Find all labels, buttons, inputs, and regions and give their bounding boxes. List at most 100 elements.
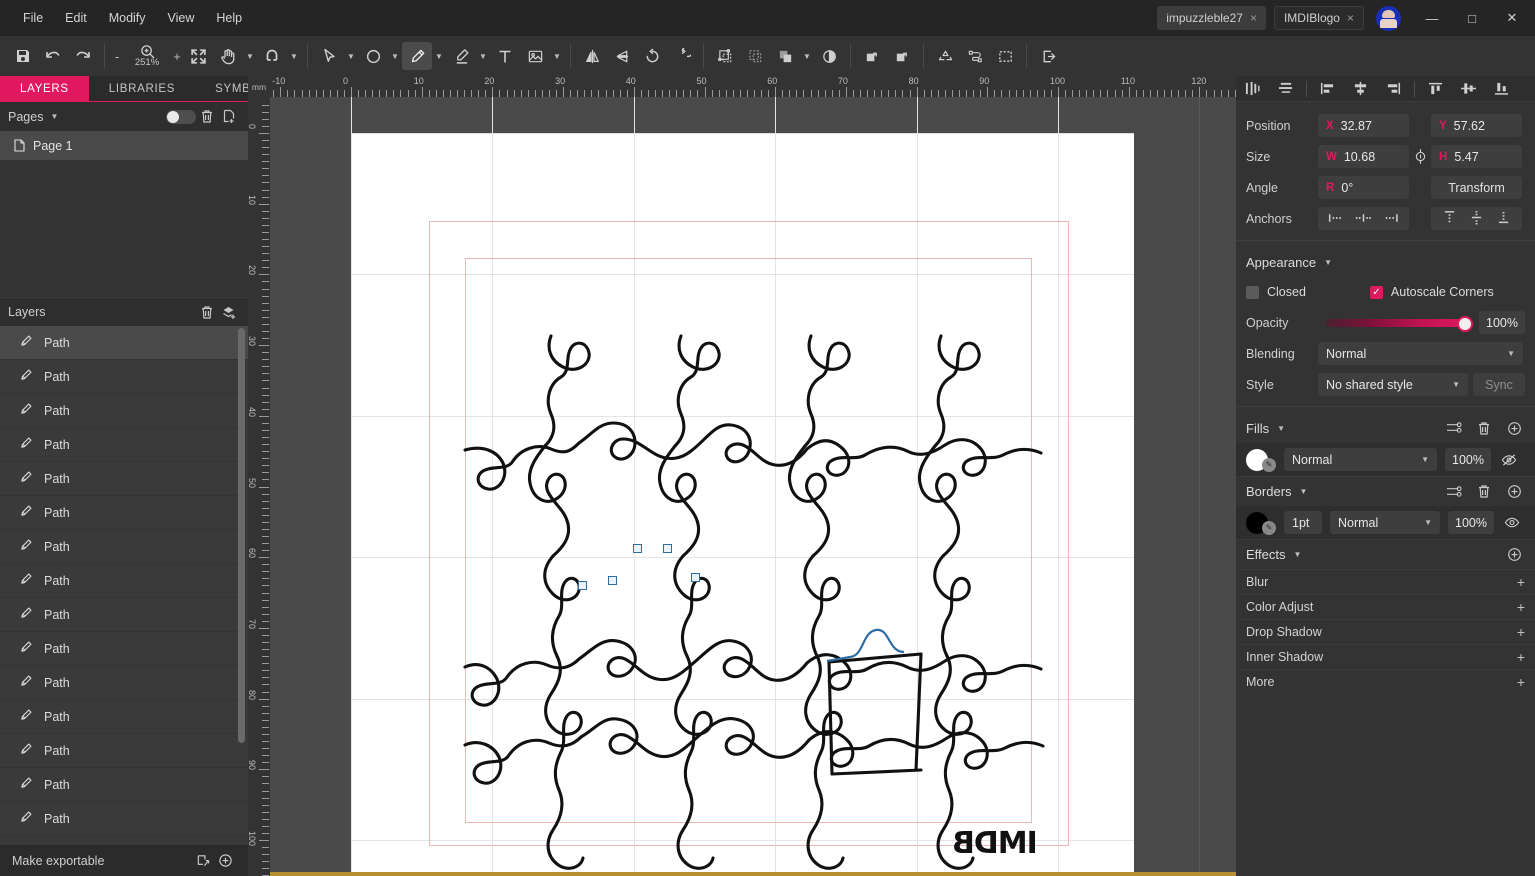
pen-icon[interactable] [402,42,432,70]
border-color-swatch[interactable]: ✎ [1246,512,1276,534]
layer-row[interactable]: Path [0,462,248,496]
chevron-down-icon[interactable]: ▼ [550,42,564,70]
menu-help[interactable]: Help [205,7,253,29]
menu-edit[interactable]: Edit [54,7,98,29]
chevron-down-icon[interactable]: ▼ [1324,258,1332,267]
freehand-icon[interactable] [446,42,476,70]
add-export-icon[interactable] [214,850,236,872]
size-height-field[interactable]: H 5.47 [1431,145,1522,168]
menu-file[interactable]: File [12,7,54,29]
page-item[interactable]: Page 1 [0,131,248,160]
layer-row[interactable]: Path [0,530,248,564]
path-join-icon[interactable] [960,42,990,70]
menu-view[interactable]: View [157,7,206,29]
chevron-down-icon[interactable]: ▼ [432,42,446,70]
chevron-down-icon[interactable]: ▼ [50,112,58,121]
layer-row[interactable]: Path [0,360,248,394]
anchor-center-icon[interactable] [1355,212,1372,226]
effect-row[interactable]: Color Adjust+ [1236,594,1535,619]
layers-list[interactable]: PathPathPathPathPathPathPathPathPathPath… [0,326,248,846]
send-backward-icon[interactable] [887,42,917,70]
ungroup-icon[interactable] [740,42,770,70]
layer-row[interactable]: Path [0,768,248,802]
border-blend-select[interactable]: Normal ▼ [1330,511,1440,534]
border-visibility-icon[interactable] [1502,516,1522,529]
layer-row[interactable]: Path [0,394,248,428]
tab-libraries[interactable]: LIBRARIES [89,76,195,102]
fill-color-swatch[interactable]: ✎ [1246,449,1276,471]
position-y-field[interactable]: Y 57.62 [1431,114,1522,137]
hand-icon[interactable] [213,42,243,70]
angle-field[interactable]: R 0° [1318,176,1409,199]
fills-add-icon[interactable] [1503,417,1525,439]
chevron-down-icon[interactable]: ▼ [287,42,301,70]
rotate-ccw-icon[interactable] [637,42,667,70]
close-icon[interactable]: × [1347,11,1354,25]
layer-row[interactable]: Path [0,598,248,632]
bring-forward-icon[interactable] [857,42,887,70]
delete-page-icon[interactable] [196,106,218,128]
effect-add-icon[interactable]: + [1517,649,1525,665]
effect-add-icon[interactable]: + [1517,599,1525,615]
redo-icon[interactable] [68,42,98,70]
undo-icon[interactable] [38,42,68,70]
path-anchor-point[interactable] [608,576,617,585]
document-tab-imdiblogo[interactable]: IMDIBlogo × [1274,6,1364,30]
anchor-top-icon[interactable] [1444,210,1455,228]
vertical-ruler[interactable]: 0102030405060708090100 [248,76,270,876]
flip-vertical-icon[interactable] [607,42,637,70]
layers-scrollbar[interactable] [238,328,245,743]
border-width-field[interactable]: 1pt [1284,511,1322,534]
effect-row[interactable]: Drop Shadow+ [1236,619,1535,644]
minimize-icon[interactable]: — [1413,3,1451,33]
link-icon[interactable] [1409,148,1431,165]
anchor-right-icon[interactable] [1382,212,1399,226]
align-middle-icon[interactable] [1452,77,1485,101]
flip-horizontal-icon[interactable] [577,42,607,70]
opacity-slider[interactable] [1326,319,1471,327]
anchor-bottom-icon[interactable] [1498,210,1509,228]
text-icon[interactable] [490,42,520,70]
anchor-middle-icon[interactable] [1471,210,1482,228]
distribute-horizontal-icon[interactable] [1236,77,1269,101]
chevron-down-icon[interactable]: ▼ [344,42,358,70]
fill-visibility-hidden-icon[interactable] [1499,453,1519,467]
magnet-icon[interactable] [257,42,287,70]
effect-row[interactable]: Inner Shadow+ [1236,644,1535,669]
chevron-down-icon[interactable]: ▼ [800,42,814,70]
distribute-vertical-icon[interactable] [1269,77,1302,101]
chevron-down-icon[interactable]: ▼ [476,42,490,70]
opacity-value[interactable]: 100% [1479,311,1525,334]
path-anchor-point[interactable] [691,573,700,582]
puzzle-artwork[interactable] [351,133,1134,876]
close-window-icon[interactable]: ✕ [1493,3,1531,33]
path-anchor-point[interactable] [633,544,642,553]
appearance-header[interactable]: Appearance ▼ [1236,247,1535,277]
fill-opacity-value[interactable]: 100% [1445,448,1491,471]
autoscale-corners-checkbox[interactable]: ✓ [1370,286,1383,299]
document-tab-impuzzleble27[interactable]: impuzzleble27 × [1157,6,1266,30]
align-top-icon[interactable] [1419,77,1452,101]
layer-row[interactable]: Path [0,700,248,734]
transform-button[interactable]: Transform [1431,176,1522,199]
maximize-icon[interactable]: □ [1453,3,1491,33]
select-icon[interactable] [314,42,344,70]
ruler-unit-label[interactable]: mm [248,76,270,97]
sync-button[interactable]: Sync [1473,373,1525,396]
path-anchor-point[interactable] [578,581,587,590]
layer-row[interactable]: Path [0,734,248,768]
layer-row[interactable]: Path [0,428,248,462]
group-icon[interactable] [710,42,740,70]
align-bottom-icon[interactable] [1485,77,1518,101]
borders-add-icon[interactable] [1503,481,1525,503]
menu-modify[interactable]: Modify [98,7,157,29]
size-width-field[interactable]: W 10.68 [1318,145,1409,168]
marquee-icon[interactable] [990,42,1020,70]
effect-add-icon[interactable]: + [1517,574,1525,590]
chevron-down-icon[interactable]: ▼ [243,42,257,70]
layer-row[interactable]: Path [0,666,248,700]
chevron-down-icon[interactable]: ▼ [388,42,402,70]
closed-checkbox[interactable] [1246,286,1259,299]
zoom-out-button[interactable]: - [111,49,123,64]
effect-row[interactable]: Blur+ [1236,569,1535,594]
